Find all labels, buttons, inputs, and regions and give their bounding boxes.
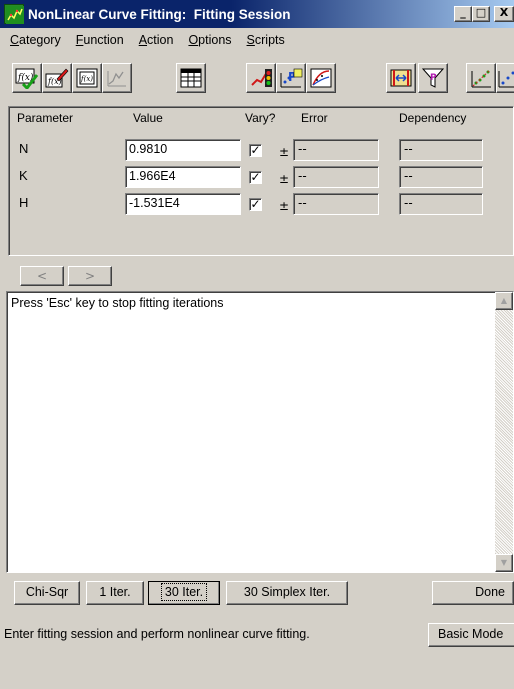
simplex-iter-label: 30 Simplex Iter. <box>243 585 331 599</box>
menu-options[interactable]: Options <box>188 33 231 47</box>
filter-button[interactable]: P <box>418 63 448 93</box>
param-name-h: H <box>19 195 29 210</box>
function-check-button[interactable]: f(x) <box>12 63 42 93</box>
svg-text:P: P <box>430 73 437 83</box>
message-area[interactable]: Press 'Esc' key to stop fitting iteratio… <box>6 291 514 573</box>
param-name-n: N <box>19 141 29 156</box>
result-fit-button[interactable] <box>496 63 514 93</box>
menu-bar: Category Function Action Options Scripts <box>0 29 514 51</box>
dependency-field-n[interactable]: -- <box>399 139 483 161</box>
parameter-panel: Parameter Value Vary? Error Dependency N… <box>8 106 514 256</box>
simulate-button[interactable] <box>102 63 132 93</box>
next-page-button[interactable]: > <box>68 266 112 286</box>
basic-mode-button[interactable]: Basic Mode <box>428 623 514 647</box>
function-check-icon: f(x) <box>15 68 39 89</box>
parameters-icon: P <box>280 68 303 88</box>
filter-icon: P <box>421 68 445 88</box>
traffic-light-button[interactable] <box>246 63 276 93</box>
chi-sqr-label: Chi-Sqr <box>25 585 69 599</box>
header-dependency: Dependency <box>399 111 467 125</box>
maximize-button[interactable]: □ <box>472 6 490 22</box>
maximize-icon: □ <box>475 6 487 19</box>
vertical-scrollbar[interactable]: ▲ ▼ <box>495 292 513 572</box>
result-scatter-icon <box>471 70 491 88</box>
scroll-up-button[interactable]: ▲ <box>495 292 513 310</box>
plus-minus-n: ± <box>279 145 290 159</box>
traffic-light-icon <box>251 69 272 87</box>
close-button[interactable]: X <box>494 6 514 22</box>
vary-checkbox-n[interactable]: ✓ <box>249 144 262 157</box>
function-graph-icon: f(x) <box>76 68 98 88</box>
function-edit-icon: f(x) <box>45 68 69 88</box>
vary-checkbox-k[interactable]: ✓ <box>249 171 262 184</box>
parameters-button[interactable]: P <box>276 63 306 93</box>
simulate-icon <box>107 71 126 87</box>
result-scatter-button[interactable] <box>466 63 496 93</box>
chevron-left-icon: < <box>36 269 48 283</box>
header-error: Error <box>301 111 328 125</box>
menu-scripts[interactable]: Scripts <box>247 33 285 47</box>
status-text: Enter fitting session and perform nonlin… <box>4 627 310 641</box>
previous-page-button[interactable]: < <box>20 266 64 286</box>
header-vary: Vary? <box>245 111 276 125</box>
vary-checkbox-h[interactable]: ✓ <box>249 198 262 211</box>
fit-curve-button[interactable] <box>306 63 336 93</box>
close-icon: X <box>499 6 509 19</box>
menu-action[interactable]: Action <box>139 33 174 47</box>
thirty-iter-label: 30 Iter. <box>160 583 208 601</box>
toolbar: f(x) f(x) f(x) P P <box>0 57 514 97</box>
header-parameter: Parameter <box>17 111 74 125</box>
minimize-icon: _ <box>460 6 466 19</box>
result-fit-icon <box>498 71 514 88</box>
done-button[interactable]: Done <box>432 581 514 605</box>
header-value: Value <box>133 111 163 125</box>
app-icon <box>4 4 24 24</box>
range-button[interactable] <box>386 63 416 93</box>
simplex-iter-button[interactable]: 30 Simplex Iter. <box>226 581 348 605</box>
scroll-down-icon: ▼ <box>500 558 508 567</box>
plus-minus-k: ± <box>279 172 290 186</box>
fit-curve-icon <box>310 68 332 88</box>
error-field-k: -- <box>293 166 379 188</box>
error-field-h: -- <box>293 193 379 215</box>
one-iter-label: 1 Iter. <box>99 585 131 599</box>
title-bar[interactable]: NonLinear Curve Fitting: Fitting Session… <box>0 0 514 28</box>
chevron-right-icon: > <box>84 269 96 283</box>
function-edit-button[interactable]: f(x) <box>42 63 72 93</box>
basic-mode-label: Basic Mode <box>438 627 504 641</box>
error-field-n: -- <box>293 139 379 161</box>
done-label: Done <box>475 585 505 599</box>
scroll-down-button[interactable]: ▼ <box>495 554 513 572</box>
param-value-n[interactable]: 0.9810 <box>125 139 241 161</box>
one-iter-button[interactable]: 1 Iter. <box>86 581 144 605</box>
param-value-k[interactable]: 1.966E4 <box>125 166 241 188</box>
menu-category[interactable]: Category <box>10 33 61 47</box>
plus-minus-h: ± <box>279 199 290 213</box>
worksheet-icon <box>180 68 202 88</box>
scroll-up-icon: ▲ <box>500 296 508 305</box>
dependency-field-k[interactable]: -- <box>399 166 483 188</box>
worksheet-button[interactable] <box>176 63 206 93</box>
svg-text:f(x): f(x) <box>80 75 93 83</box>
menu-function[interactable]: Function <box>76 33 124 47</box>
range-icon <box>390 69 412 87</box>
thirty-iter-button[interactable]: 30 Iter. <box>148 581 220 605</box>
param-value-h[interactable]: -1.531E4 <box>125 193 241 215</box>
param-name-k: K <box>19 168 28 183</box>
window-title: NonLinear Curve Fitting: Fitting Session <box>28 6 291 22</box>
minimize-button[interactable]: _ <box>454 6 472 22</box>
message-text: Press 'Esc' key to stop fitting iteratio… <box>11 296 224 310</box>
function-graph-button[interactable]: f(x) <box>72 63 102 93</box>
dependency-field-h[interactable]: -- <box>399 193 483 215</box>
chi-sqr-button[interactable]: Chi-Sqr <box>14 581 80 605</box>
